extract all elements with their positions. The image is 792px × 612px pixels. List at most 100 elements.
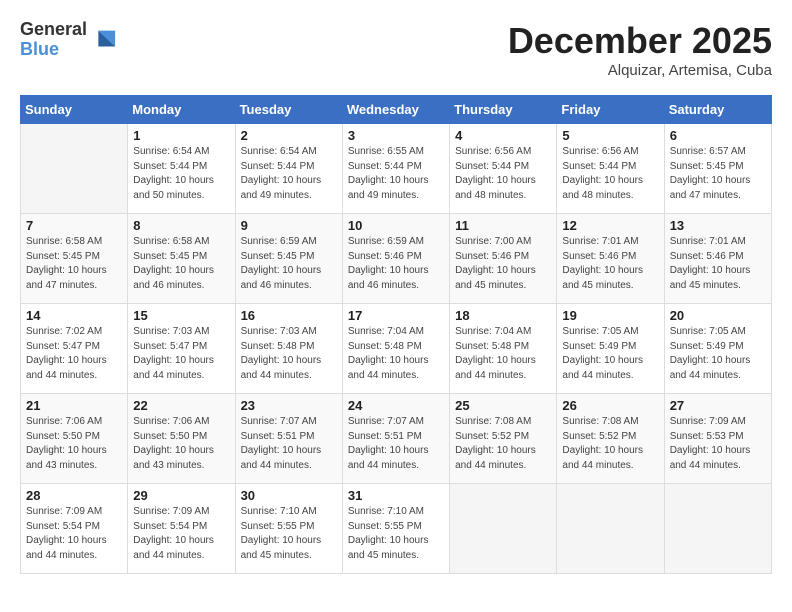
calendar-cell: 1 Sunrise: 6:54 AM Sunset: 5:44 PM Daylig… xyxy=(128,124,235,214)
day-info: Sunrise: 6:59 AM Sunset: 5:45 PM Dayligh… xyxy=(241,235,337,293)
day-info: Sunrise: 7:07 AM Sunset: 5:51 PM Dayligh… xyxy=(348,415,444,473)
day-info: Sunrise: 7:10 AM Sunset: 5:55 PM Dayligh… xyxy=(348,505,444,563)
day-number: 26 xyxy=(562,398,658,413)
day-info: Sunrise: 6:54 AM Sunset: 5:44 PM Dayligh… xyxy=(133,145,229,203)
day-number: 7 xyxy=(26,218,122,233)
calendar-cell: 16Sunrise: 7:03 AM Sunset: 5:48 PM Dayli… xyxy=(235,304,342,394)
month-title: December 2025 xyxy=(508,20,772,62)
calendar-cell: 31 Sunrise: 7:10 AM Sunset: 5:55 PM Dayli… xyxy=(342,484,449,574)
header-row: SundayMondayTuesdayWednesdayThursdayFrid… xyxy=(21,96,772,124)
calendar-cell: 13Sunrise: 7:01 AM Sunset: 5:46 PM Dayli… xyxy=(664,214,771,304)
day-info: Sunrise: 7:02 AM Sunset: 5:47 PM Dayligh… xyxy=(26,325,122,383)
week-row-1: 1 Sunrise: 6:54 AM Sunset: 5:44 PM Daylig… xyxy=(21,124,772,214)
calendar-cell: 25Sunrise: 7:08 AM Sunset: 5:52 PM Dayli… xyxy=(450,394,557,484)
day-number: 2 xyxy=(241,128,337,143)
day-number: 1 xyxy=(133,128,229,143)
calendar-cell: 17 Sunrise: 7:04 AM Sunset: 5:48 PM Dayli… xyxy=(342,304,449,394)
logo: General Blue xyxy=(20,20,117,60)
day-info: Sunrise: 7:09 AM Sunset: 5:54 PM Dayligh… xyxy=(133,505,229,563)
calendar-cell xyxy=(664,484,771,574)
calendar-cell xyxy=(557,484,664,574)
day-number: 27 xyxy=(670,398,766,413)
day-info: Sunrise: 7:09 AM Sunset: 5:54 PM Dayligh… xyxy=(26,505,122,563)
calendar-cell: 28 Sunrise: 7:09 AM Sunset: 5:54 PM Dayli… xyxy=(21,484,128,574)
day-number: 9 xyxy=(241,218,337,233)
week-row-4: 21 Sunrise: 7:06 AM Sunset: 5:50 PM Dayli… xyxy=(21,394,772,484)
day-info: Sunrise: 7:00 AM Sunset: 5:46 PM Dayligh… xyxy=(455,235,551,293)
week-row-2: 7 Sunrise: 6:58 AM Sunset: 5:45 PM Daylig… xyxy=(21,214,772,304)
day-number: 28 xyxy=(26,488,122,503)
column-header-wednesday: Wednesday xyxy=(342,96,449,124)
calendar-cell: 2 Sunrise: 6:54 AM Sunset: 5:44 PM Daylig… xyxy=(235,124,342,214)
calendar-cell: 8 Sunrise: 6:58 AM Sunset: 5:45 PM Daylig… xyxy=(128,214,235,304)
calendar-cell: 19 Sunrise: 7:05 AM Sunset: 5:49 PM Dayli… xyxy=(557,304,664,394)
calendar-cell: 24 Sunrise: 7:07 AM Sunset: 5:51 PM Dayli… xyxy=(342,394,449,484)
day-number: 14 xyxy=(26,308,122,323)
day-info: Sunrise: 7:03 AM Sunset: 5:48 PM Dayligh… xyxy=(241,325,337,383)
calendar-cell: 4Sunrise: 6:56 AM Sunset: 5:44 PM Daylig… xyxy=(450,124,557,214)
column-header-sunday: Sunday xyxy=(21,96,128,124)
calendar-cell: 14 Sunrise: 7:02 AM Sunset: 5:47 PM Dayli… xyxy=(21,304,128,394)
calendar-cell xyxy=(21,124,128,214)
day-info: Sunrise: 7:10 AM Sunset: 5:55 PM Dayligh… xyxy=(241,505,337,563)
calendar-cell: 22Sunrise: 7:06 AM Sunset: 5:50 PM Dayli… xyxy=(128,394,235,484)
day-number: 6 xyxy=(670,128,766,143)
day-info: Sunrise: 7:08 AM Sunset: 5:52 PM Dayligh… xyxy=(562,415,658,473)
day-number: 5 xyxy=(562,128,658,143)
day-number: 15 xyxy=(133,308,229,323)
calendar-table: SundayMondayTuesdayWednesdayThursdayFrid… xyxy=(20,95,772,574)
location-subtitle: Alquizar, Artemisa, Cuba xyxy=(508,62,772,79)
day-info: Sunrise: 6:56 AM Sunset: 5:44 PM Dayligh… xyxy=(562,145,658,203)
day-info: Sunrise: 7:07 AM Sunset: 5:51 PM Dayligh… xyxy=(241,415,337,473)
calendar-cell: 10 Sunrise: 6:59 AM Sunset: 5:46 PM Dayli… xyxy=(342,214,449,304)
column-header-monday: Monday xyxy=(128,96,235,124)
day-info: Sunrise: 6:55 AM Sunset: 5:44 PM Dayligh… xyxy=(348,145,444,203)
day-info: Sunrise: 6:54 AM Sunset: 5:44 PM Dayligh… xyxy=(241,145,337,203)
day-info: Sunrise: 7:04 AM Sunset: 5:48 PM Dayligh… xyxy=(455,325,551,383)
calendar-cell: 27Sunrise: 7:09 AM Sunset: 5:53 PM Dayli… xyxy=(664,394,771,484)
calendar-cell: 15 Sunrise: 7:03 AM Sunset: 5:47 PM Dayli… xyxy=(128,304,235,394)
day-number: 10 xyxy=(348,218,444,233)
day-info: Sunrise: 7:08 AM Sunset: 5:52 PM Dayligh… xyxy=(455,415,551,473)
logo-icon xyxy=(89,26,117,54)
calendar-cell: 21 Sunrise: 7:06 AM Sunset: 5:50 PM Dayli… xyxy=(21,394,128,484)
day-number: 17 xyxy=(348,308,444,323)
day-info: Sunrise: 6:59 AM Sunset: 5:46 PM Dayligh… xyxy=(348,235,444,293)
column-header-saturday: Saturday xyxy=(664,96,771,124)
calendar-cell: 6 Sunrise: 6:57 AM Sunset: 5:45 PM Daylig… xyxy=(664,124,771,214)
day-info: Sunrise: 7:05 AM Sunset: 5:49 PM Dayligh… xyxy=(562,325,658,383)
calendar-cell: 7 Sunrise: 6:58 AM Sunset: 5:45 PM Daylig… xyxy=(21,214,128,304)
day-number: 11 xyxy=(455,218,551,233)
calendar-cell xyxy=(450,484,557,574)
day-number: 24 xyxy=(348,398,444,413)
calendar-cell: 30 Sunrise: 7:10 AM Sunset: 5:55 PM Dayli… xyxy=(235,484,342,574)
calendar-cell: 11 Sunrise: 7:00 AM Sunset: 5:46 PM Dayli… xyxy=(450,214,557,304)
day-number: 30 xyxy=(241,488,337,503)
calendar-cell: 26 Sunrise: 7:08 AM Sunset: 5:52 PM Dayli… xyxy=(557,394,664,484)
day-info: Sunrise: 6:58 AM Sunset: 5:45 PM Dayligh… xyxy=(133,235,229,293)
column-header-thursday: Thursday xyxy=(450,96,557,124)
calendar-cell: 3 Sunrise: 6:55 AM Sunset: 5:44 PM Daylig… xyxy=(342,124,449,214)
day-info: Sunrise: 6:58 AM Sunset: 5:45 PM Dayligh… xyxy=(26,235,122,293)
day-number: 22 xyxy=(133,398,229,413)
day-number: 3 xyxy=(348,128,444,143)
day-number: 8 xyxy=(133,218,229,233)
day-number: 31 xyxy=(348,488,444,503)
day-number: 29 xyxy=(133,488,229,503)
day-info: Sunrise: 7:05 AM Sunset: 5:49 PM Dayligh… xyxy=(670,325,766,383)
day-number: 12 xyxy=(562,218,658,233)
day-info: Sunrise: 7:06 AM Sunset: 5:50 PM Dayligh… xyxy=(26,415,122,473)
day-number: 19 xyxy=(562,308,658,323)
logo-general-text: General xyxy=(20,20,87,40)
logo-blue-text: Blue xyxy=(20,40,87,60)
day-info: Sunrise: 7:03 AM Sunset: 5:47 PM Dayligh… xyxy=(133,325,229,383)
calendar-cell: 20Sunrise: 7:05 AM Sunset: 5:49 PM Dayli… xyxy=(664,304,771,394)
calendar-cell: 18Sunrise: 7:04 AM Sunset: 5:48 PM Dayli… xyxy=(450,304,557,394)
column-header-friday: Friday xyxy=(557,96,664,124)
page-header: General Blue December 2025 Alquizar, Art… xyxy=(20,20,772,79)
day-info: Sunrise: 6:57 AM Sunset: 5:45 PM Dayligh… xyxy=(670,145,766,203)
day-number: 21 xyxy=(26,398,122,413)
calendar-cell: 5 Sunrise: 6:56 AM Sunset: 5:44 PM Daylig… xyxy=(557,124,664,214)
day-info: Sunrise: 7:04 AM Sunset: 5:48 PM Dayligh… xyxy=(348,325,444,383)
calendar-cell: 29 Sunrise: 7:09 AM Sunset: 5:54 PM Dayli… xyxy=(128,484,235,574)
